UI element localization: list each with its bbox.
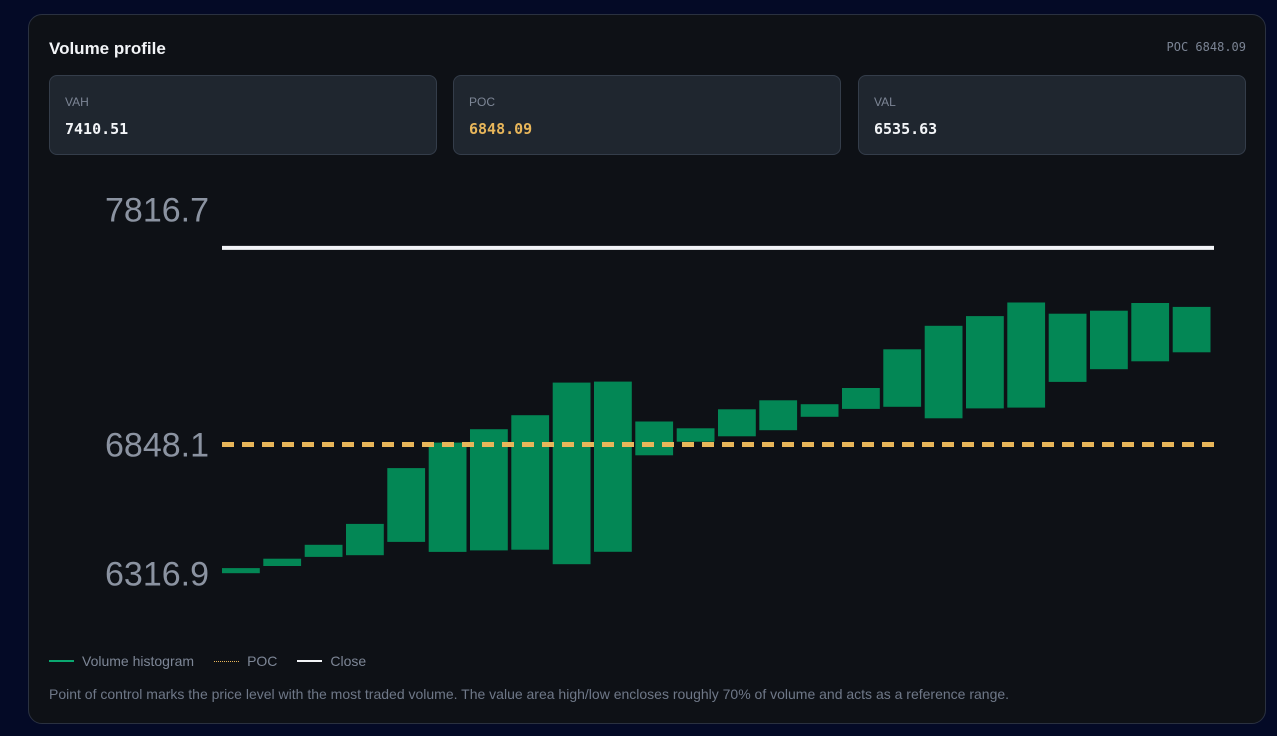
- volume-bar: [676, 428, 715, 442]
- volume-bar: [346, 523, 384, 556]
- y-tick-label: 7816.7: [105, 191, 209, 229]
- volume-bar: [966, 316, 1004, 409]
- legend-label: Close: [330, 653, 367, 669]
- legend-label: Volume histogram: [82, 653, 195, 669]
- volume-bar: [263, 558, 302, 566]
- legend-label: POC: [247, 653, 278, 669]
- volume-bar: [222, 568, 260, 574]
- legend-item-close: Close: [297, 653, 366, 669]
- volume-bar: [800, 404, 839, 417]
- volume-bar: [1090, 310, 1128, 370]
- volume-bar: [387, 468, 426, 542]
- chart-legend: Volume histogram POC Close: [49, 653, 386, 669]
- legend-swatch-close: [297, 660, 323, 662]
- volume-bar: [428, 442, 467, 552]
- y-tick-label: 6848.1: [105, 427, 209, 465]
- volume-bar: [924, 325, 963, 419]
- volume-bar: [304, 544, 343, 557]
- legend-swatch-poc: [214, 660, 240, 662]
- legend-item-histogram: Volume histogram: [49, 653, 194, 669]
- volume-bar: [1131, 303, 1170, 362]
- volume-bar: [552, 382, 591, 565]
- volume-bar: [842, 388, 880, 409]
- volume-bar: [1048, 313, 1087, 382]
- volume-bar: [511, 415, 550, 550]
- volume-bar: [1007, 302, 1046, 408]
- chart-footnote: Point of control marks the price level w…: [49, 686, 1010, 702]
- volume-bar: [759, 400, 798, 431]
- volume-profile-card: Volume profile POC 6848.09 VAH 7410.51 P…: [28, 14, 1266, 724]
- legend-swatch-histogram: [49, 660, 74, 662]
- volume-bar: [718, 409, 756, 437]
- volume-bar: [1172, 306, 1211, 353]
- volume-bar: [883, 349, 922, 407]
- volume-bar: [635, 421, 674, 456]
- volume-bar: [470, 429, 508, 551]
- volume-profile-chart: 7816.7 6848.1 6316.9: [105, 191, 1214, 594]
- legend-item-poc: POC: [214, 653, 277, 669]
- y-tick-label: 6316.9: [105, 556, 209, 594]
- volume-bar: [594, 381, 632, 552]
